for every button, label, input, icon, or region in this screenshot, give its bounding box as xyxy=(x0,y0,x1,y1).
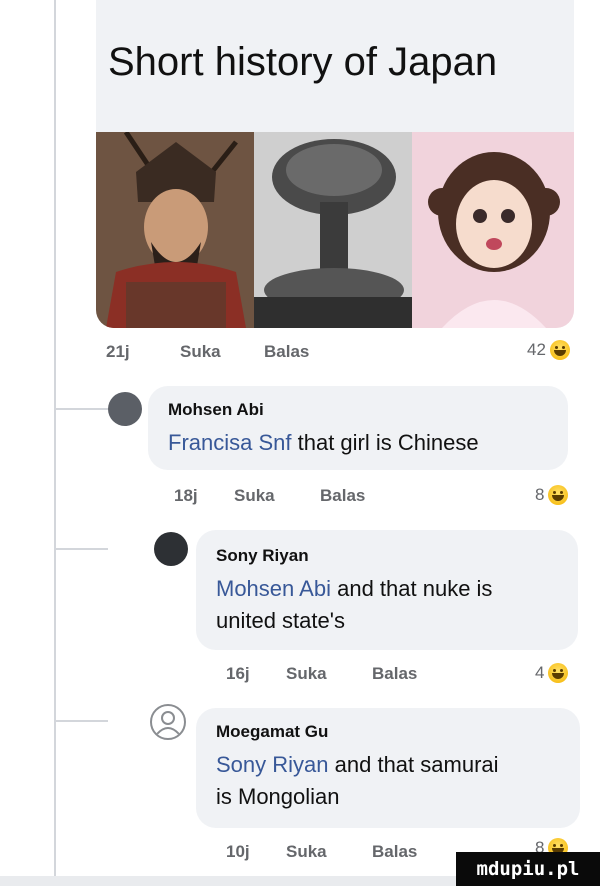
reply-button[interactable]: Balas xyxy=(320,486,365,506)
like-button[interactable]: Suka xyxy=(234,486,275,506)
comment-time: 16j xyxy=(226,664,250,683)
post-time: 21j xyxy=(106,342,130,361)
thread-line-vertical xyxy=(54,0,56,886)
mention-link[interactable]: Mohsen Abi xyxy=(216,576,331,601)
comment-text-line: is Mongolian xyxy=(216,784,340,809)
comment-text-line: and that samurai xyxy=(334,752,499,777)
comment-time: 18j xyxy=(174,486,198,505)
post-meta: 21j xyxy=(106,342,130,362)
nuke-image[interactable] xyxy=(254,132,412,328)
comment-bubble: Mohsen Abi Francisa Snf that girl is Chi… xyxy=(148,386,568,470)
post-reactions[interactable]: 42 xyxy=(527,340,570,360)
thread-line-branch-1 xyxy=(56,408,108,410)
comment-text-line: united state's xyxy=(216,608,345,633)
mention-link[interactable]: Francisa Snf xyxy=(168,430,292,455)
reply-button[interactable]: Balas xyxy=(372,842,417,862)
comment-bubble: Moegamat Gu Sony Riyan and that samurai … xyxy=(196,708,580,828)
watermark-logo: mdupiu.pl xyxy=(456,852,600,886)
post-reply-button[interactable]: Balas xyxy=(264,342,309,362)
laugh-emoji-icon xyxy=(548,485,569,505)
thread-line-branch-3 xyxy=(56,720,108,722)
samurai-image[interactable] xyxy=(96,132,254,328)
reactions[interactable]: 8 xyxy=(535,485,569,505)
like-button[interactable]: Suka xyxy=(286,664,327,684)
post-card: Short history of Japan xyxy=(96,0,574,328)
laugh-emoji-icon xyxy=(548,663,569,683)
comment-author[interactable]: Mohsen Abi xyxy=(168,400,264,420)
mention-link[interactable]: Sony Riyan xyxy=(216,752,329,777)
avatar[interactable] xyxy=(108,392,142,426)
comment-text-line: and that nuke is xyxy=(337,576,493,601)
reactions[interactable]: 4 xyxy=(535,663,569,683)
reply-button[interactable]: Balas xyxy=(372,664,417,684)
reaction-count: 8 xyxy=(535,485,545,504)
comment-text-line: that girl is Chinese xyxy=(297,430,479,455)
comment-text: Sony Riyan and that samurai xyxy=(216,752,499,778)
post-title: Short history of Japan xyxy=(108,40,498,84)
comment-author[interactable]: Moegamat Gu xyxy=(216,722,328,742)
post-reaction-count: 42 xyxy=(527,340,546,359)
default-avatar-icon xyxy=(156,711,180,735)
comment-time: 10j xyxy=(226,842,250,861)
anime-girl-image[interactable] xyxy=(412,132,574,328)
post-like-button[interactable]: Suka xyxy=(180,342,221,362)
like-button[interactable]: Suka xyxy=(286,842,327,862)
reaction-count: 4 xyxy=(535,663,545,682)
comment-text: Francisa Snf that girl is Chinese xyxy=(168,430,479,456)
comment-author[interactable]: Sony Riyan xyxy=(216,546,309,566)
avatar[interactable] xyxy=(150,704,186,740)
comment-text: Mohsen Abi and that nuke is xyxy=(216,576,492,602)
laugh-emoji-icon xyxy=(549,340,570,360)
comment-bubble: Sony Riyan Mohsen Abi and that nuke is u… xyxy=(196,530,578,650)
avatar[interactable] xyxy=(154,532,188,566)
thread-line-branch-2 xyxy=(56,548,108,550)
